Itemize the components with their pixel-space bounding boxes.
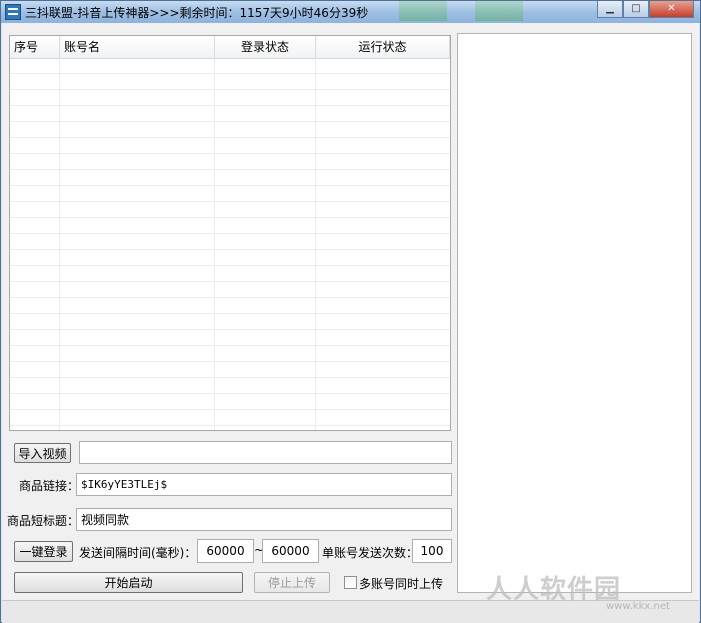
product-title-label: 商品短标题： — [7, 514, 80, 528]
watermark: 人人软件园 — [486, 575, 622, 605]
import-video-button[interactable]: 导入视频 — [14, 443, 71, 463]
title-bar[interactable]: 三抖联盟-抖音上传神器>>>剩余时间：1157天9小时46分39秒 ▁ □ ✕ — [1, 1, 700, 23]
interval-label: 发送间隔时间(毫秒)： — [79, 546, 197, 560]
table-body[interactable] — [10, 58, 450, 430]
minimize-button[interactable]: ▁ — [597, 1, 623, 18]
table-header: 序号 账号名 登录状态 运行状态 — [10, 36, 450, 59]
app-icon — [5, 4, 21, 20]
product-link-input[interactable]: $IK6yYE3TLEj$ — [76, 473, 452, 496]
watermark-url: www.kkx.net — [606, 601, 670, 612]
window-title: 三抖联盟-抖音上传神器>>>剩余时间：1157天9小时46分39秒 — [25, 6, 369, 20]
multi-upload-checkbox[interactable] — [344, 576, 357, 589]
title-decoration — [475, 1, 523, 21]
video-path-input[interactable] — [79, 441, 452, 464]
product-title-input[interactable]: 视频同款 — [76, 508, 452, 531]
title-decoration — [399, 1, 447, 21]
log-panel[interactable] — [457, 33, 692, 593]
stop-upload-button[interactable]: 停止上传 — [254, 572, 330, 593]
app-window: 三抖联盟-抖音上传神器>>>剩余时间：1157天9小时46分39秒 ▁ □ ✕ … — [0, 0, 701, 623]
maximize-button[interactable]: □ — [623, 1, 649, 18]
one-click-login-button[interactable]: 一键登录 — [14, 541, 73, 562]
send-count-label: 单账号发送次数： — [322, 546, 419, 560]
accounts-table[interactable]: 序号 账号名 登录状态 运行状态 — [9, 35, 451, 431]
start-button[interactable]: 开始启动 — [14, 572, 243, 593]
close-button[interactable]: ✕ — [649, 1, 694, 18]
column-header-index[interactable]: 序号 — [10, 36, 60, 58]
product-link-label: 商品链接： — [19, 479, 80, 493]
column-header-run-status[interactable]: 运行状态 — [316, 36, 450, 58]
interval-min-input[interactable]: 60000 — [197, 539, 254, 563]
send-count-input[interactable]: 100 — [412, 539, 452, 563]
column-header-account-name[interactable]: 账号名 — [60, 36, 215, 58]
column-header-login-status[interactable]: 登录状态 — [215, 36, 316, 58]
interval-max-input[interactable]: 60000 — [262, 539, 319, 563]
multi-upload-label[interactable]: 多账号同时上传 — [359, 575, 443, 592]
